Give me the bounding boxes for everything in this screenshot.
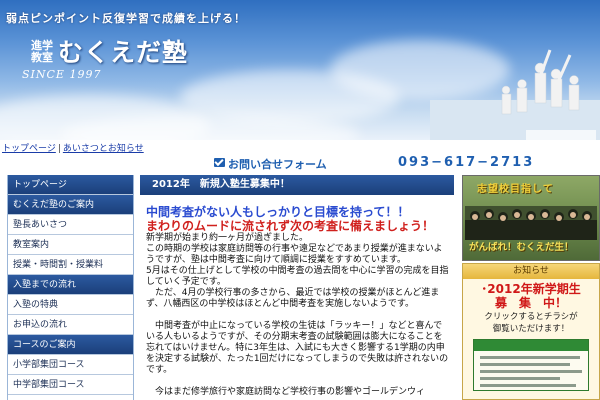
promo-headline: 志望校目指して (477, 184, 554, 195)
students-group-photo (465, 206, 597, 240)
lead-headline-blue: 中間考査がない人もしっかりと目標を持って！！ (146, 205, 410, 219)
promo-banner[interactable]: 志望校目指して がんばれ！むくえだ生！ (462, 175, 600, 261)
phone-number: 093−617−2713 (398, 155, 535, 170)
sidebar-item-enrollment-flow[interactable]: 入塾までの流れ (8, 275, 133, 295)
sidebar-item-schedule[interactable]: 授業・時間割・授業料 (8, 255, 133, 275)
main-heading: 2012年 新規入塾生募集中！ (140, 175, 454, 195)
header-banner: 弱点ピンポイント反復学習で成績を上げる！ 進学教室 むくえだ塾 SINCE 19… (0, 0, 600, 140)
flyer-text-line (480, 356, 580, 359)
sidebar-item-greeting[interactable]: 塾長あいさつ (8, 215, 133, 235)
article-paragraph: 中間考査が中止になっている学校の生徒は「ラッキー！」などと喜んでいる人もいるよう… (146, 321, 449, 375)
breadcrumb-separator: | (57, 144, 61, 154)
news-text-line1: クリックするとチラシが (484, 312, 578, 322)
sidebar-nav: トップページ むくえだ塾のご案内 塾長あいさつ 教室案内 授業・時間割・授業料 … (7, 175, 134, 400)
news-title-line2[interactable]: 募 集 中！ (467, 296, 595, 310)
sidebar-item-top[interactable]: トップページ (8, 175, 133, 195)
news-box: お知らせ ･2012年新学期生 募 集 中！ クリックするとチラシが 御覧いただ… (462, 263, 600, 400)
sidebar-item-benefits[interactable]: 入塾の特典 (8, 295, 133, 315)
promo-slogan: がんばれ！むくえだ生！ (469, 242, 574, 253)
article-paragraph: 新学期が始まり約一ヶ月が過ぎました。 (146, 233, 309, 243)
students-photo (430, 49, 600, 140)
site-logo[interactable]: むくえだ塾 (58, 33, 188, 69)
logo-subtitle: 進学教室 (31, 39, 53, 64)
news-text-line2: 御覧いただけます！ (492, 324, 570, 334)
since-text: SINCE 1997 (22, 68, 102, 81)
breadcrumb-current-link[interactable]: あいさつとお知らせ (63, 144, 144, 154)
flyer-text-line (480, 370, 582, 373)
right-column: 志望校目指して がんばれ！むくえだ生！ お知らせ ･2012年新学期生 募 集 … (462, 175, 600, 400)
news-content: ･2012年新学期生 募 集 中！ クリックするとチラシが 御覧いただけます！ (463, 279, 599, 394)
article-paragraph: 5月はその仕上げとして学校の中間考査の過去問を中心に学習の完成を目指していく予定… (146, 266, 449, 287)
lead-headline-red: まわりのムードに流されず次の考査に備えましょう！ (146, 219, 435, 233)
article-paragraph: ただ、4月の学校行事の多さから、最近では学校の授業がほとんど進まず、八幡西区の中… (146, 288, 440, 309)
sidebar-item-elementary[interactable]: 小学部集団コース (8, 355, 133, 375)
sidebar-item-classroom[interactable]: 教室案内 (8, 235, 133, 255)
flyer-text-line (480, 377, 560, 380)
sidebar-item-courses[interactable]: コースのご案内 (8, 335, 133, 355)
news-heading: お知らせ (463, 264, 599, 279)
article-paragraph: 今はまだ修学旅行や家庭訪問など学校行事の影響やゴールデンウィ (146, 387, 426, 397)
flyer-header-band (474, 340, 588, 351)
breadcrumb-top-link[interactable]: トップページ (2, 144, 56, 154)
breadcrumb: トップページ | あいさつとお知らせ (0, 141, 600, 155)
flyer-text-line (480, 363, 570, 366)
flyer-text-line (480, 384, 576, 387)
flyer-thumbnail[interactable] (473, 339, 589, 391)
site-tagline: 弱点ピンポイント反復学習で成績を上げる！ (6, 12, 246, 25)
sidebar-item-about[interactable]: むくえだ塾のご案内 (8, 195, 133, 215)
contact-form-link[interactable]: お問い合せフォーム (228, 156, 327, 172)
contact-bar: お問い合せフォーム 093−617−2713 (140, 155, 532, 173)
sidebar-item-application[interactable]: お申込の流れ (8, 315, 133, 335)
article-paragraph: この時期の学校は家庭訪問等の行事や遠足などであまり授業が進まないようですが、塾は… (146, 244, 443, 265)
mail-icon[interactable] (214, 158, 225, 167)
main-article: 中間考査がない人もしっかりと目標を持って！！ まわりのムードに流されず次の考査に… (146, 205, 450, 400)
sidebar-item-junior-high[interactable]: 中学部集団コース (8, 375, 133, 395)
news-title-line1[interactable]: ･2012年新学期生 (467, 282, 595, 296)
